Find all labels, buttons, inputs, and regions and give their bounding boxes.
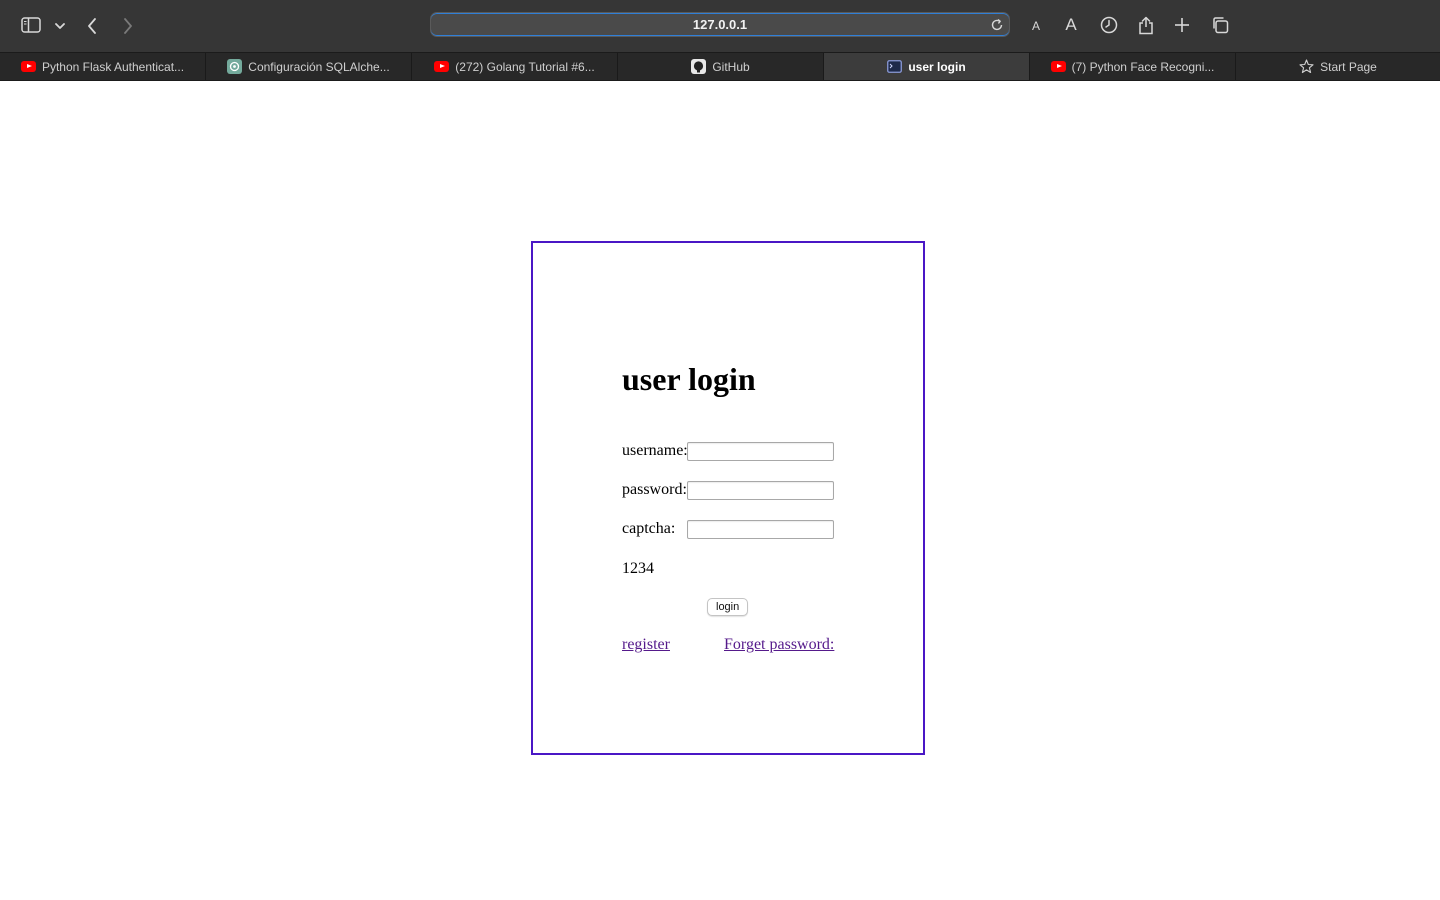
share-icon[interactable] [1137,14,1155,36]
chatgpt-icon [227,59,243,74]
tab-overview-icon[interactable] [1210,15,1230,35]
youtube-icon [1050,59,1066,74]
terminal-icon [887,59,903,74]
url-text: 127.0.0.1 [692,17,748,32]
page-title: user login [622,361,756,397]
address-bar[interactable]: 127.0.0.1 [430,12,1010,37]
forward-icon[interactable] [120,16,136,36]
chevron-down-icon[interactable] [54,20,66,32]
tab-label: (272) Golang Tutorial #6... [455,59,595,74]
tab-github[interactable]: GitHub [618,53,824,80]
tab-label: GitHub [712,59,750,74]
login-button[interactable]: login [707,598,749,616]
username-input[interactable] [687,442,834,461]
tab-face-recognition[interactable]: (7) Python Face Recogni... [1030,53,1236,80]
captcha-label: captcha: [622,520,676,537]
username-label: username: [622,442,688,459]
tab-bar: Python Flask Authenticat... Configuració… [0,52,1440,81]
tab-user-login[interactable]: user login [824,53,1030,80]
star-icon [1299,59,1314,74]
youtube-icon [20,59,36,74]
tab-label: Configuración SQLAlche... [248,59,390,74]
tab-sqlalchemy[interactable]: Configuración SQLAlche... [206,53,412,80]
tab-golang-tutorial[interactable]: (272) Golang Tutorial #6... [412,53,618,80]
font-larger-label: A [1065,15,1077,34]
register-link[interactable]: register [622,636,670,654]
password-input[interactable] [687,481,834,500]
forget-password-link[interactable]: Forget password: [724,636,834,654]
tab-start-page[interactable]: Start Page [1236,53,1440,80]
new-tab-plus-icon[interactable] [1173,16,1191,34]
password-label: password: [622,481,687,498]
sidebar-toggle-icon[interactable] [20,16,42,34]
login-form-box: user login username: password: captcha: … [531,241,925,755]
browser-toolbar: 127.0.0.1 A A [0,0,1440,52]
captcha-input[interactable] [687,520,834,539]
youtube-icon [434,59,450,74]
font-larger-button[interactable]: A [1061,14,1081,36]
tab-label: Start Page [1320,59,1377,74]
back-icon[interactable] [84,16,100,36]
font-smaller-button[interactable]: A [1028,16,1044,36]
github-icon [691,59,707,74]
captcha-row: captcha: [622,520,842,540]
reload-icon[interactable] [990,18,1004,32]
captcha-code: 1234 [622,560,654,577]
username-row: username: [622,442,842,462]
tab-label: (7) Python Face Recogni... [1071,59,1215,74]
tab-label: Python Flask Authenticat... [41,59,185,74]
font-smaller-label: A [1031,19,1040,33]
history-clock-icon[interactable] [1099,15,1119,35]
password-row: password: [622,481,842,501]
tab-python-flask[interactable]: Python Flask Authenticat... [0,53,206,80]
tab-label: user login [908,59,966,74]
